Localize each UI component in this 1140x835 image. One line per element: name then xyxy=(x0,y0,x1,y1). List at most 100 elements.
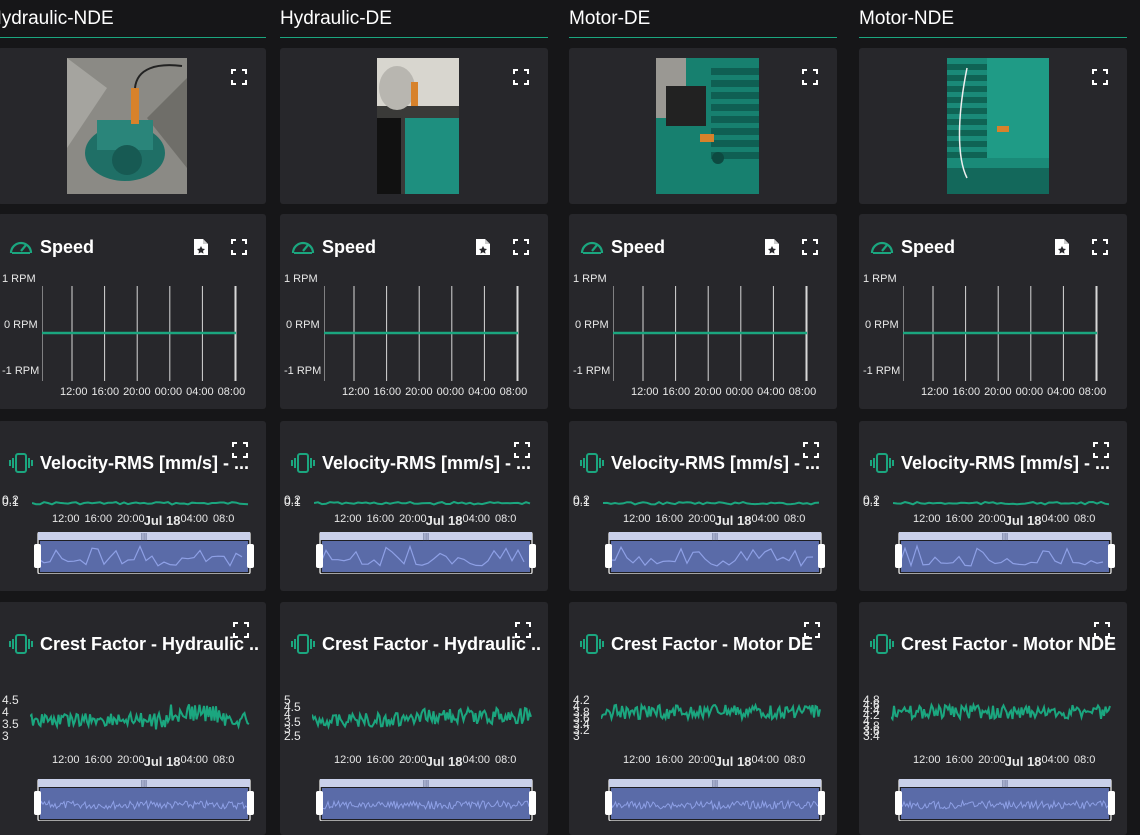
speed-x-tick: 00:00 xyxy=(436,386,465,398)
speed-x-tick: 16:00 xyxy=(952,386,981,398)
speed-title: Speed xyxy=(290,236,538,258)
speed-x-tick: 08:00 xyxy=(217,386,246,398)
fullscreen-icon[interactable] xyxy=(1092,239,1108,255)
speed-chart xyxy=(612,286,809,381)
gauge-icon xyxy=(8,236,34,258)
fullscreen-icon[interactable] xyxy=(513,69,529,85)
crest-x-tick: 16:00 xyxy=(945,754,974,766)
crest-x-tick: 20:00 xyxy=(688,754,716,766)
range-navigator[interactable]: ||| xyxy=(316,778,536,822)
velocity-y-tick: 0.1 xyxy=(2,495,19,509)
speed-x-tick: 16:00 xyxy=(662,386,691,398)
range-navigator[interactable]: ||| xyxy=(605,778,825,822)
velocity-x-tick: 20:00 xyxy=(399,513,427,525)
speed-x-tick: 08:00 xyxy=(499,386,528,398)
velocity-x-tick: Jul 18 xyxy=(714,513,752,528)
crest-x-tick: 04:00 xyxy=(462,754,490,766)
sensor-photo xyxy=(947,58,1049,194)
crest-title: Crest Factor - Motor NDE xyxy=(869,633,1121,655)
speed-x-tick: 08:00 xyxy=(788,386,817,398)
velocity-x-tick: 12:00 xyxy=(334,513,362,525)
range-navigator[interactable]: ||| xyxy=(34,531,254,575)
velocity-title-label: Velocity-RMS [mm/s] - ... xyxy=(611,452,821,473)
range-navigator[interactable]: ||| xyxy=(34,778,254,822)
column-header: Motor-DE xyxy=(569,0,837,38)
crest-x-tick: 16:00 xyxy=(655,754,684,766)
photo-panel xyxy=(0,48,266,204)
speed-x-tick: 12:00 xyxy=(921,386,949,398)
velocity-x-tick: 04:00 xyxy=(462,513,490,525)
crest-panel: Crest Factor - Hydraulic ... 5 4.5 4 3.5 3 2.5… xyxy=(280,602,548,835)
velocity-x-tick: 20:00 xyxy=(117,513,145,525)
range-navigator[interactable]: ||| xyxy=(895,778,1115,822)
velocity-x-axis: 12:00 16:00 20:00 Jul 18 04:00 08:0 xyxy=(913,513,1100,528)
velocity-title-label: Velocity-RMS [mm/s] - ... xyxy=(322,452,532,473)
report-icon[interactable] xyxy=(475,238,491,256)
range-navigator[interactable]: ||| xyxy=(316,531,536,575)
range-navigator[interactable]: ||| xyxy=(895,531,1115,575)
gauge-icon xyxy=(290,236,316,258)
sensor-photo xyxy=(377,58,459,194)
velocity-chart xyxy=(31,495,250,513)
svg-text:|||: ||| xyxy=(423,532,429,541)
speed-title-label: Speed xyxy=(901,236,956,257)
velocity-x-tick: 12:00 xyxy=(623,513,651,525)
velocity-x-tick: 16:00 xyxy=(945,513,974,525)
velocity-x-tick: 08:0 xyxy=(212,513,235,525)
velocity-y-tick: 0.1 xyxy=(863,495,880,509)
velocity-panel: Velocity-RMS [mm/s] - ... 0.2 0.1 12:00 16:0… xyxy=(859,421,1127,591)
speed-y-tick: 0 RPM xyxy=(865,319,899,331)
crest-title-label: Crest Factor - Motor DE xyxy=(611,633,814,654)
report-icon[interactable] xyxy=(193,238,209,256)
fullscreen-icon[interactable] xyxy=(802,239,818,255)
crest-chart xyxy=(600,690,823,749)
speed-chart xyxy=(902,286,1099,381)
svg-text:|||: ||| xyxy=(712,779,718,788)
speed-panel: Speed 1 RPM 0 RPM -1 RPM 12:00 16:00 20:00 00:0… xyxy=(280,214,548,409)
velocity-x-tick: 04:00 xyxy=(1041,513,1069,525)
fullscreen-icon[interactable] xyxy=(231,69,247,85)
fullscreen-icon[interactable] xyxy=(1092,69,1108,85)
velocity-x-tick: 12:00 xyxy=(913,513,941,525)
report-icon[interactable] xyxy=(1054,238,1070,256)
crest-title: Crest Factor - Hydraulic ... xyxy=(8,633,260,655)
vibration-icon xyxy=(869,633,895,655)
photo-panel xyxy=(569,48,837,204)
speed-y-tick: -1 RPM xyxy=(2,365,40,377)
velocity-title-label: Velocity-RMS [mm/s] - ... xyxy=(901,452,1111,473)
speed-y-tick: 0 RPM xyxy=(286,319,320,331)
velocity-panel: Velocity-RMS [mm/s] - ... 0.2 0.1 12:00 16:0… xyxy=(0,421,266,591)
fullscreen-icon[interactable] xyxy=(231,239,247,255)
range-navigator[interactable]: ||| xyxy=(605,531,825,575)
crest-title: Crest Factor - Motor DE xyxy=(579,633,831,655)
crest-x-tick: 20:00 xyxy=(399,754,427,766)
speed-x-tick: 20:00 xyxy=(405,386,433,398)
speed-y-tick: 1 RPM xyxy=(284,273,318,285)
crest-x-tick: 04:00 xyxy=(1041,754,1069,766)
speed-y-tick: -1 RPM xyxy=(284,365,322,377)
speed-x-tick: 04:00 xyxy=(1047,386,1075,398)
velocity-title: Velocity-RMS [mm/s] - ... xyxy=(290,452,542,474)
crest-x-tick: 04:00 xyxy=(180,754,208,766)
velocity-x-tick: 04:00 xyxy=(751,513,779,525)
crest-chart xyxy=(311,690,534,749)
column-hydraulic-nde: Hydraulic-NDE Speed 1 RPM 0 RPM -1 RPM 12:00 1… xyxy=(0,0,266,835)
speed-x-tick: 12:00 xyxy=(60,386,88,398)
speed-x-tick: 12:00 xyxy=(631,386,659,398)
speed-x-axis: 12:00 16:00 20:00 00:00 04:00 08:00 xyxy=(921,386,1110,398)
svg-text:|||: ||| xyxy=(1002,532,1008,541)
speed-x-tick: 00:00 xyxy=(154,386,183,398)
svg-text:|||: ||| xyxy=(423,779,429,788)
column-motor-de: Motor-DE Speed 1 RPM 0 RPM -1 RPM 12:00 16:00 2… xyxy=(569,0,837,835)
speed-x-axis: 12:00 16:00 20:00 00:00 04:00 08:00 xyxy=(631,386,820,398)
fullscreen-icon[interactable] xyxy=(513,239,529,255)
crest-title-label: Crest Factor - Motor NDE xyxy=(901,633,1117,654)
fullscreen-icon[interactable] xyxy=(802,69,818,85)
report-icon[interactable] xyxy=(764,238,780,256)
vibration-icon xyxy=(8,633,34,655)
column-header: Motor-NDE xyxy=(859,0,1127,38)
crest-x-tick: 20:00 xyxy=(117,754,145,766)
speed-panel: Speed 1 RPM 0 RPM -1 RPM 12:00 16:00 20:00 00:0… xyxy=(859,214,1127,409)
crest-panel: Crest Factor - Motor DE 4.2 4 3.8 3.6 3.4 3.2 3… xyxy=(569,602,837,835)
column-header: Hydraulic-NDE xyxy=(0,0,266,38)
